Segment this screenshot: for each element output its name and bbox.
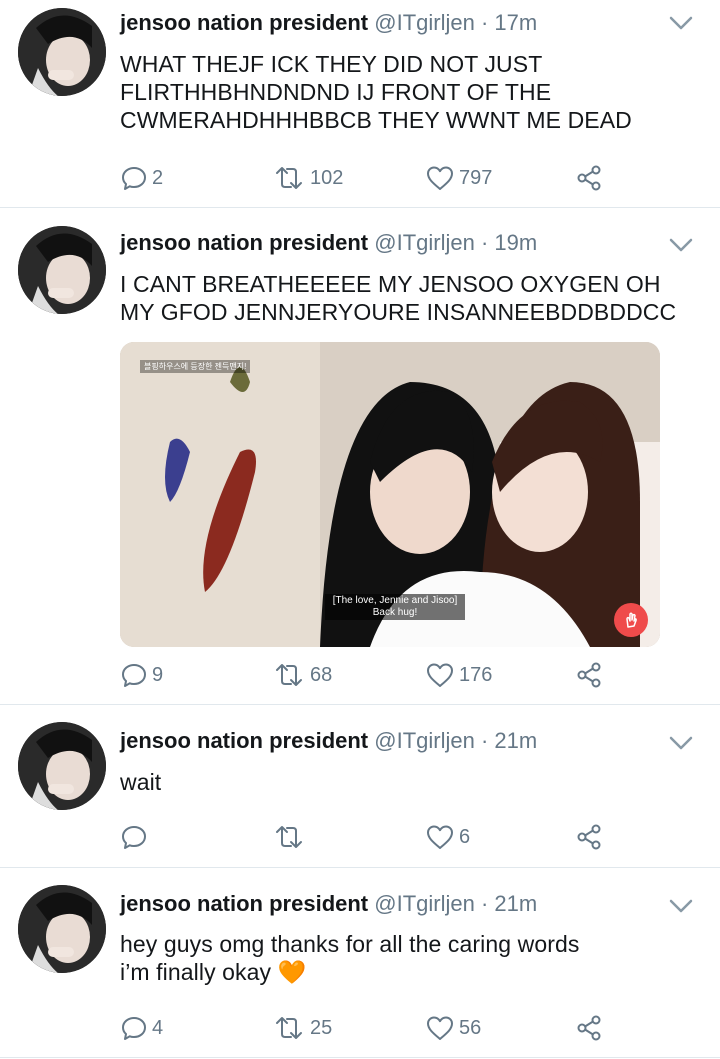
reply-icon	[122, 664, 146, 687]
retweet-button[interactable]: 102	[272, 163, 343, 193]
reply-icon	[122, 826, 146, 849]
retweet-count: 25	[310, 1016, 333, 1039]
retweet-icon	[276, 664, 302, 686]
timestamp[interactable]: · 21m	[481, 891, 537, 916]
tweet-actions: 6	[120, 822, 620, 852]
retweet-icon	[276, 1017, 302, 1039]
user-handle[interactable]: @ITgirljen	[374, 891, 475, 916]
tweet-text: WHAT THEJF ICK THEY DID NOT JUST FLIRTHH…	[120, 51, 632, 133]
like-button[interactable]: 797	[425, 163, 492, 193]
tweet-4[interactable]: jensoo nation president @ITgirljen · 21m…	[0, 868, 720, 1058]
tweet-3[interactable]: jensoo nation president @ITgirljen · 21m…	[0, 705, 720, 868]
timestamp[interactable]: · 21m	[481, 728, 537, 753]
retweet-count: 102	[310, 166, 344, 189]
tweet-text: hey guys omg thanks for all the caring w…	[120, 931, 580, 985]
user-handle[interactable]: @ITgirljen	[374, 10, 475, 35]
reply-button[interactable]: 4	[120, 1013, 163, 1043]
tweet-media-image[interactable]: 블핑하우스에 등장한 젠득맨지! [The love, Jennie and J…	[120, 342, 660, 647]
tweet-actions: 9 68 176	[120, 660, 620, 690]
chevron-down-icon[interactable]	[668, 734, 694, 752]
tweet-header: jensoo nation president @ITgirljen · 21m	[120, 889, 660, 919]
reply-icon	[122, 1017, 146, 1040]
like-button[interactable]: 6	[425, 822, 470, 852]
share-icon	[577, 165, 601, 191]
reply-count: 9	[152, 663, 164, 686]
share-button[interactable]	[575, 1013, 603, 1043]
heart-icon	[427, 166, 453, 190]
tweet-header: jensoo nation president @ITgirljen · 21m	[120, 726, 660, 756]
reply-button[interactable]: 2	[120, 163, 163, 193]
video-caption: [The love, Jennie and Jisoo] Back hug!	[325, 594, 465, 620]
hand-gesture-icon	[614, 603, 648, 637]
heart-icon	[427, 825, 453, 849]
avatar[interactable]	[18, 722, 106, 810]
reply-button[interactable]	[120, 822, 152, 852]
chevron-down-icon[interactable]	[668, 236, 694, 254]
heart-icon	[427, 663, 453, 687]
share-button[interactable]	[575, 822, 603, 852]
reply-button[interactable]: 9	[120, 660, 163, 690]
timestamp[interactable]: · 19m	[481, 230, 537, 255]
avatar[interactable]	[18, 885, 106, 973]
display-name[interactable]: jensoo nation president	[120, 10, 368, 35]
like-count: 56	[459, 1016, 482, 1039]
like-button[interactable]: 176	[425, 660, 492, 690]
share-icon	[577, 824, 601, 850]
video-watermark: 블핑하우스에 등장한 젠득맨지!	[140, 360, 251, 373]
reply-icon	[122, 167, 146, 190]
chevron-down-icon[interactable]	[668, 14, 694, 32]
user-handle[interactable]: @ITgirljen	[374, 230, 475, 255]
heart-icon	[427, 1016, 453, 1040]
display-name[interactable]: jensoo nation president	[120, 728, 368, 753]
reply-count: 4	[152, 1016, 164, 1039]
avatar[interactable]	[18, 8, 106, 96]
tweet-text: I CANT BREATHEEEEE MY JENSOO OXYGEN OH M…	[120, 271, 677, 325]
tweet-actions: 2 102 797	[120, 163, 620, 193]
tweet-1[interactable]: jensoo nation president @ITgirljen · 17m…	[0, 0, 720, 208]
share-button[interactable]	[575, 163, 603, 193]
retweet-icon	[276, 826, 302, 848]
display-name[interactable]: jensoo nation president	[120, 891, 368, 916]
tweet-actions: 4 25 56	[120, 1013, 620, 1043]
timestamp[interactable]: · 17m	[481, 10, 537, 35]
reply-count: 2	[152, 166, 164, 189]
retweet-button[interactable]	[272, 822, 310, 852]
display-name[interactable]: jensoo nation president	[120, 230, 368, 255]
like-count: 6	[459, 825, 471, 848]
chevron-down-icon[interactable]	[668, 897, 694, 915]
retweet-icon	[276, 167, 302, 189]
tweet-header: jensoo nation president @ITgirljen · 17m	[120, 8, 660, 38]
like-count: 797	[459, 166, 493, 189]
share-icon	[577, 662, 601, 688]
retweet-count: 68	[310, 663, 333, 686]
like-button[interactable]: 56	[425, 1013, 481, 1043]
tweet-header: jensoo nation president @ITgirljen · 19m	[120, 228, 660, 258]
tweet-text: wait	[120, 769, 162, 795]
like-count: 176	[459, 663, 493, 686]
retweet-button[interactable]: 25	[272, 1013, 332, 1043]
avatar[interactable]	[18, 226, 106, 314]
share-icon	[577, 1015, 601, 1041]
user-handle[interactable]: @ITgirljen	[374, 728, 475, 753]
retweet-button[interactable]: 68	[272, 660, 332, 690]
share-button[interactable]	[575, 660, 603, 690]
